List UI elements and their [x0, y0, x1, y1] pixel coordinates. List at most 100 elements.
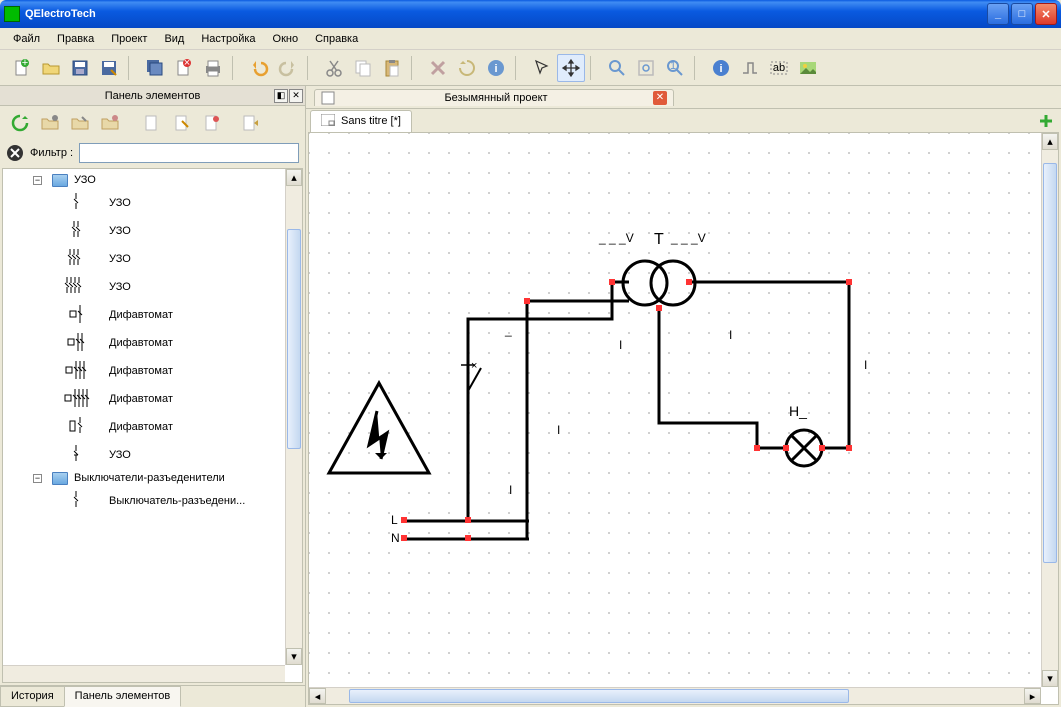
tree-item[interactable]: Выключатель-разъедени...: [3, 487, 302, 515]
canvas[interactable]: ×: [308, 132, 1059, 705]
tree-item-label: УЗО: [109, 281, 131, 293]
tree-item[interactable]: УЗО: [3, 217, 302, 245]
paste-button[interactable]: [378, 54, 406, 82]
panel-close-button[interactable]: ✕: [289, 89, 303, 103]
svg-text:×: ×: [184, 58, 190, 69]
redo-button[interactable]: [274, 54, 302, 82]
edit-category-button[interactable]: [66, 109, 94, 137]
delete-element-button[interactable]: [198, 109, 226, 137]
window-title: QElectroTech: [25, 8, 987, 20]
help-info-button[interactable]: i: [707, 54, 735, 82]
canvas-label: I: [557, 423, 560, 437]
image-button[interactable]: [794, 54, 822, 82]
canvas-label: I: [619, 338, 622, 352]
wire-tool-button[interactable]: [736, 54, 764, 82]
canvas-scrollbar-vertical[interactable]: ▴ ▾: [1041, 133, 1058, 687]
menu-help[interactable]: Справка: [308, 31, 365, 47]
menu-file[interactable]: Файл: [6, 31, 47, 47]
collapse-icon[interactable]: −: [33, 474, 42, 483]
scroll-up-icon[interactable]: ▴: [1042, 133, 1058, 150]
scroll-thumb[interactable]: [1043, 163, 1057, 563]
scroll-down-icon[interactable]: ▾: [1042, 670, 1058, 687]
minimize-button[interactable]: _: [987, 3, 1009, 25]
canvas-label: _ _ _V: [599, 231, 634, 245]
tree-item-label: УЗО: [109, 225, 131, 237]
tab-history[interactable]: История: [0, 686, 65, 707]
tree-item[interactable]: УЗО: [3, 441, 302, 469]
tree-item[interactable]: Дифавтомат: [3, 357, 302, 385]
maximize-button[interactable]: □: [1011, 3, 1033, 25]
menu-window[interactable]: Окно: [266, 31, 306, 47]
project-tab-label: Безымянный проект: [444, 92, 547, 104]
tree-item[interactable]: УЗО: [3, 189, 302, 217]
move-tool-button[interactable]: [557, 54, 585, 82]
tree-item[interactable]: Дифавтомат: [3, 329, 302, 357]
element-symbol-icon: [63, 274, 103, 300]
svg-text:×: ×: [471, 360, 477, 372]
tree-item[interactable]: УЗО: [3, 245, 302, 273]
new-category-button[interactable]: [36, 109, 64, 137]
panel-toolbar: [0, 106, 305, 140]
menu-edit[interactable]: Правка: [50, 31, 101, 47]
panel-float-button[interactable]: ◧: [274, 89, 288, 103]
edit-element-button[interactable]: [168, 109, 196, 137]
titleblock-button[interactable]: ab: [765, 54, 793, 82]
rotate-button[interactable]: [453, 54, 481, 82]
collapse-icon[interactable]: −: [33, 176, 42, 185]
project-icon: [321, 91, 335, 105]
tree-item-label: УЗО: [109, 449, 131, 461]
close-tab-button[interactable]: ✕: [653, 91, 667, 105]
close-file-button[interactable]: ×: [170, 54, 198, 82]
close-button[interactable]: ✕: [1035, 3, 1057, 25]
tree-item[interactable]: Дифавтомат: [3, 301, 302, 329]
zoom-button[interactable]: [603, 54, 631, 82]
scroll-thumb[interactable]: [349, 689, 849, 703]
svg-text:1: 1: [670, 60, 676, 72]
save-as-button[interactable]: [95, 54, 123, 82]
import-button[interactable]: [236, 109, 264, 137]
filter-input[interactable]: [79, 143, 299, 163]
project-tab[interactable]: Безымянный проект ✕: [314, 89, 674, 106]
menu-project[interactable]: Проект: [104, 31, 154, 47]
tree-scrollbar-horizontal[interactable]: [3, 665, 285, 682]
scroll-left-icon[interactable]: ◂: [309, 688, 326, 704]
tree-folder[interactable]: − Выключатели-разъеденители: [3, 469, 302, 487]
scroll-down-icon[interactable]: ▾: [286, 648, 302, 665]
cut-button[interactable]: [320, 54, 348, 82]
tab-elements-panel[interactable]: Панель элементов: [64, 686, 182, 707]
menu-settings[interactable]: Настройка: [194, 31, 262, 47]
undo-button[interactable]: [245, 54, 273, 82]
new-element-button[interactable]: [138, 109, 166, 137]
tree-item[interactable]: Дифавтомат: [3, 413, 302, 441]
scroll-thumb[interactable]: [287, 229, 301, 449]
menu-view[interactable]: Вид: [157, 31, 191, 47]
print-button[interactable]: [199, 54, 227, 82]
copy-button[interactable]: [349, 54, 377, 82]
zoom-reset-button[interactable]: 1: [661, 54, 689, 82]
add-sheet-button[interactable]: [1037, 112, 1055, 130]
tree-scrollbar-vertical[interactable]: ▴ ▾: [285, 169, 302, 665]
scroll-up-icon[interactable]: ▴: [286, 169, 302, 186]
tree-item[interactable]: Дифавтомат: [3, 385, 302, 413]
save-all-button[interactable]: [141, 54, 169, 82]
svg-text:i: i: [494, 63, 497, 75]
scroll-right-icon[interactable]: ▸: [1024, 688, 1041, 704]
zoom-fit-button[interactable]: [632, 54, 660, 82]
new-button[interactable]: +: [8, 54, 36, 82]
tree-item-label: Дифавтомат: [109, 337, 173, 349]
reload-button[interactable]: [6, 109, 34, 137]
save-button[interactable]: [66, 54, 94, 82]
clear-filter-icon[interactable]: [6, 144, 24, 162]
tree-item[interactable]: УЗО: [3, 273, 302, 301]
tree-item-label: Дифавтомат: [109, 421, 173, 433]
sheet-tab[interactable]: Sans titre [*]: [310, 110, 412, 132]
elements-tree[interactable]: − УЗО УЗО УЗО УЗО УЗО Дифавтомат Дифавто…: [2, 168, 303, 683]
tree-folder[interactable]: − УЗО: [3, 171, 302, 189]
canvas-scrollbar-horizontal[interactable]: ◂ ▸: [309, 687, 1041, 704]
select-tool-button[interactable]: [528, 54, 556, 82]
delete-button[interactable]: [424, 54, 452, 82]
delete-category-button[interactable]: [96, 109, 124, 137]
open-button[interactable]: [37, 54, 65, 82]
info-button[interactable]: i: [482, 54, 510, 82]
sheet-tab-label: Sans titre [*]: [341, 115, 401, 127]
